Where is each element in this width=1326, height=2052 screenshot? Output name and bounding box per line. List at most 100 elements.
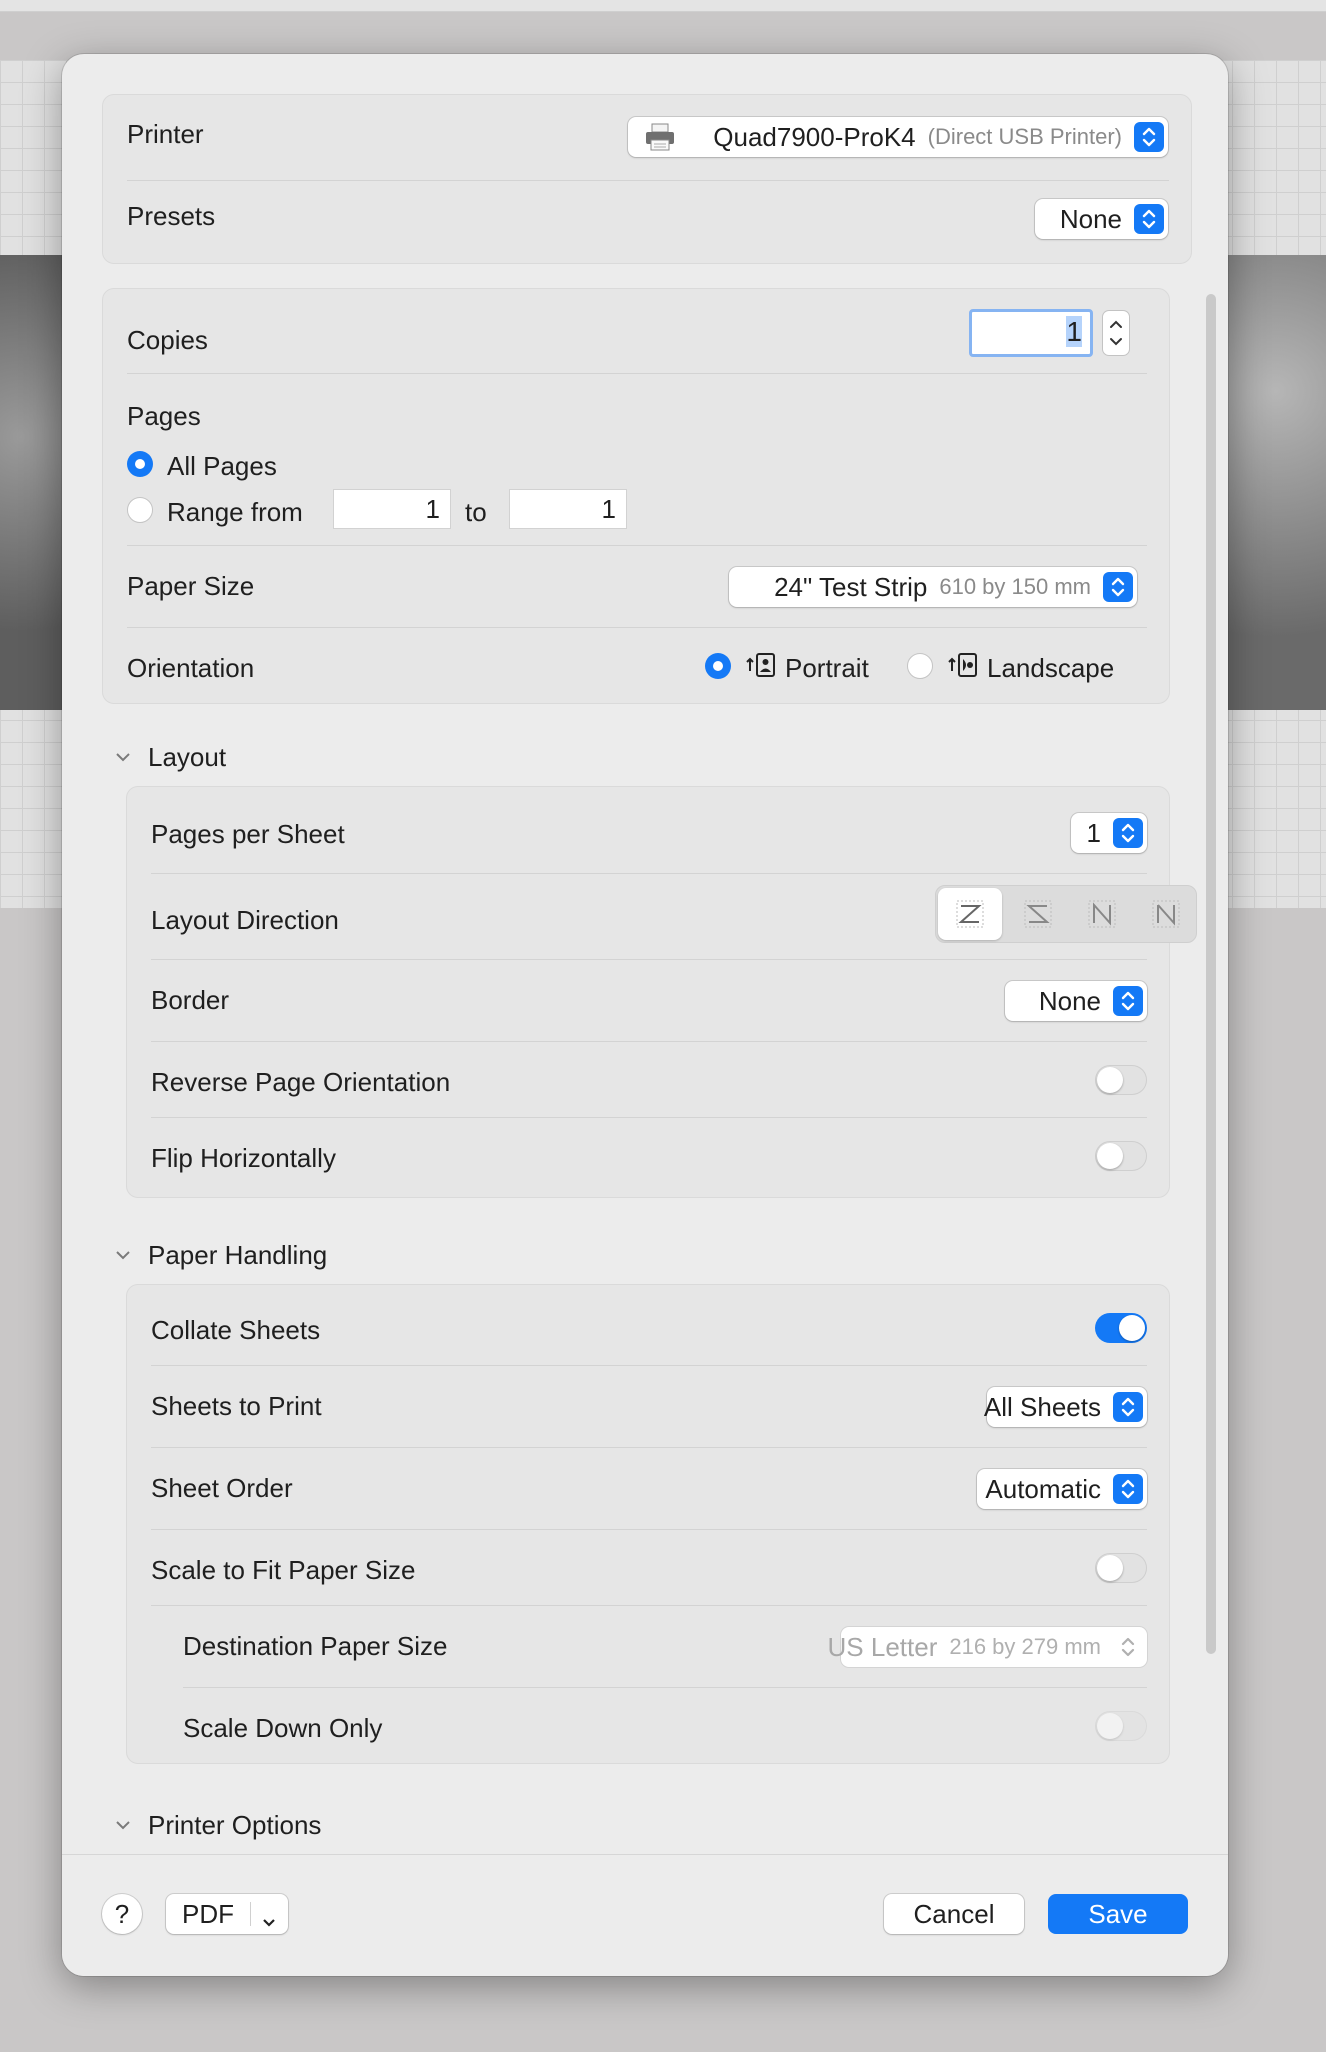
- printer-options-header-label: Printer Options: [148, 1810, 322, 1840]
- layout-z-icon: [956, 900, 984, 928]
- pages-per-sheet-value: 1: [1086, 817, 1101, 848]
- cancel-button[interactable]: Cancel: [884, 1894, 1024, 1934]
- save-button[interactable]: Save: [1048, 1894, 1188, 1934]
- paper-size-label: Paper Size: [127, 571, 255, 601]
- sheet-order-label: Sheet Order: [151, 1473, 293, 1503]
- destination-paper-size-value: US Letter: [827, 1631, 938, 1662]
- orientation-label: Orientation: [127, 653, 255, 683]
- divider: [151, 1041, 1147, 1042]
- pdf-menu-button[interactable]: PDF: [166, 1894, 288, 1934]
- chevron-down-icon: [114, 1245, 134, 1266]
- background-image-left: [0, 255, 70, 710]
- scale-down-only-toggle[interactable]: [1095, 1711, 1147, 1741]
- help-label: ?: [114, 1898, 130, 1929]
- divider: [127, 627, 1147, 628]
- paper-size-popup[interactable]: 24" Test Strip 610 by 150 mm: [729, 567, 1137, 607]
- copies-value: 1: [1066, 316, 1082, 347]
- copies-label: Copies: [127, 325, 208, 355]
- destination-paper-size-popup[interactable]: US Letter 216 by 279 mm: [828, 1627, 1147, 1667]
- chevron-updown-icon: [1103, 572, 1133, 602]
- chevron-down-icon: [114, 1815, 134, 1836]
- copies-pages-card: Copies 1 Pages All Pages Range from 1 to…: [102, 288, 1170, 704]
- portrait-radio[interactable]: [705, 653, 731, 679]
- layout-reverse-n-icon: [1152, 900, 1180, 928]
- chevron-updown-icon: [1134, 204, 1164, 234]
- chevron-updown-icon: [1113, 1392, 1143, 1422]
- flip-horizontally-toggle[interactable]: [1095, 1141, 1147, 1171]
- collate-label: Collate Sheets: [151, 1315, 321, 1345]
- border-popup[interactable]: None: [1005, 981, 1147, 1021]
- presets-value: None: [1059, 203, 1122, 234]
- layout-direction-label: Layout Direction: [151, 905, 339, 935]
- copies-stepper[interactable]: [1103, 311, 1129, 355]
- layout-section-header[interactable]: Layout: [114, 742, 226, 773]
- printer-icon: [644, 122, 676, 159]
- layout-n-icon: [1088, 900, 1116, 928]
- pages-per-sheet-popup[interactable]: 1: [1071, 813, 1147, 853]
- destination-paper-size-label: Destination Paper Size: [183, 1631, 448, 1661]
- sheet-order-popup[interactable]: Automatic: [977, 1469, 1147, 1509]
- layout-n-button[interactable]: [1072, 888, 1132, 940]
- chevron-updown-icon: [1113, 1474, 1143, 1504]
- layout-reverse-n-button[interactable]: [1136, 888, 1196, 940]
- range-from-label: Range from: [167, 497, 303, 527]
- paper-handling-section-header[interactable]: Paper Handling: [114, 1240, 327, 1271]
- divider: [151, 1529, 1147, 1530]
- chevron-updown-icon: [1134, 122, 1164, 152]
- layout-reverse-z-button[interactable]: [1008, 888, 1068, 940]
- scale-to-fit-toggle[interactable]: [1095, 1553, 1147, 1583]
- all-pages-radio[interactable]: [127, 451, 153, 477]
- printer-options-section-header[interactable]: Printer Options: [114, 1810, 321, 1841]
- border-label: Border: [151, 985, 230, 1015]
- reverse-orientation-label: Reverse Page Orientation: [151, 1067, 451, 1097]
- paper-handling-header-label: Paper Handling: [148, 1240, 328, 1270]
- sheet-order-value: Automatic: [985, 1473, 1101, 1504]
- chevron-updown-icon: [1113, 818, 1143, 848]
- save-label: Save: [1088, 1898, 1148, 1929]
- border-value: None: [1038, 985, 1101, 1016]
- range-from-input[interactable]: 1: [333, 489, 451, 529]
- print-dialog: Printer Quad7900-ProK4 (Direct USB Print…: [62, 54, 1228, 1976]
- divider: [151, 959, 1147, 960]
- chevron-updown-icon: [1113, 986, 1143, 1016]
- divider: [183, 1687, 1147, 1688]
- sheets-to-print-label: Sheets to Print: [151, 1391, 322, 1421]
- sheets-to-print-popup[interactable]: All Sheets: [983, 1387, 1147, 1427]
- landscape-radio[interactable]: [907, 653, 933, 679]
- portrait-icon: [745, 651, 777, 684]
- divider: [151, 873, 1147, 874]
- paper-handling-card: Collate Sheets Sheets to Print All Sheet…: [126, 1284, 1170, 1764]
- pdf-separator: [250, 1902, 251, 1926]
- printer-popup[interactable]: Quad7900-ProK4 (Direct USB Printer): [628, 117, 1168, 157]
- collate-toggle[interactable]: [1095, 1313, 1147, 1343]
- divider: [151, 1365, 1147, 1366]
- range-to-label: to: [465, 497, 487, 527]
- layout-header-label: Layout: [148, 742, 227, 772]
- printer-label: Printer: [127, 119, 204, 149]
- reverse-orientation-toggle[interactable]: [1095, 1065, 1147, 1095]
- scrollbar[interactable]: [1206, 294, 1216, 1654]
- help-button[interactable]: ?: [102, 1894, 142, 1934]
- scale-to-fit-label: Scale to Fit Paper Size: [151, 1555, 416, 1585]
- divider: [151, 1447, 1147, 1448]
- layout-z-button[interactable]: [938, 888, 1002, 940]
- divider: [151, 1117, 1147, 1118]
- layout-card: Pages per Sheet 1 Layout Direction Borde…: [126, 786, 1197, 1198]
- layout-reverse-z-icon: [1024, 900, 1052, 928]
- layout-direction-control: [935, 885, 1197, 943]
- printer-card: Printer Quad7900-ProK4 (Direct USB Print…: [102, 94, 1192, 264]
- range-to-input[interactable]: 1: [509, 489, 627, 529]
- all-pages-label: All Pages: [167, 451, 277, 481]
- paper-size-value: 24" Test Strip: [774, 571, 928, 602]
- copies-input[interactable]: 1: [969, 309, 1093, 357]
- chevron-down-icon: [260, 1906, 278, 1937]
- presets-popup[interactable]: None: [1035, 199, 1168, 239]
- range-radio[interactable]: [127, 497, 153, 523]
- sheets-to-print-value: All Sheets: [983, 1391, 1101, 1422]
- divider: [127, 373, 1147, 374]
- ruler: [0, 0, 1326, 12]
- landscape-label: Landscape: [987, 653, 1115, 683]
- chevron-down-icon: [114, 747, 134, 768]
- paper-size-dimensions: 610 by 150 mm: [939, 574, 1091, 599]
- printer-type: (Direct USB Printer): [927, 124, 1122, 149]
